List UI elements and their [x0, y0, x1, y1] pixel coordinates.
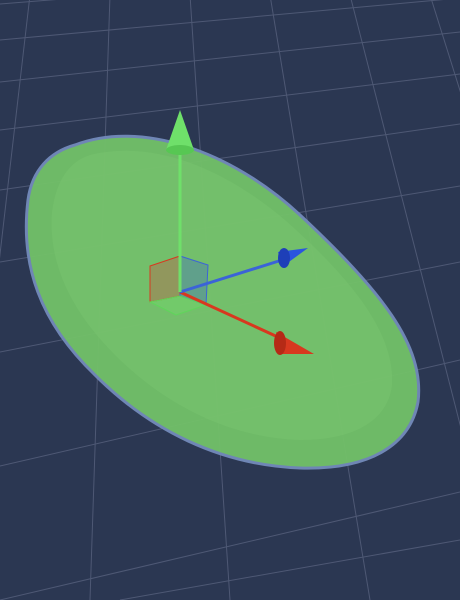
- y-cone-base: [166, 145, 194, 155]
- scene-canvas[interactable]: [0, 0, 460, 600]
- z-cone-base: [278, 248, 290, 268]
- x-cone-base: [274, 331, 286, 355]
- scene-viewport[interactable]: [0, 0, 460, 600]
